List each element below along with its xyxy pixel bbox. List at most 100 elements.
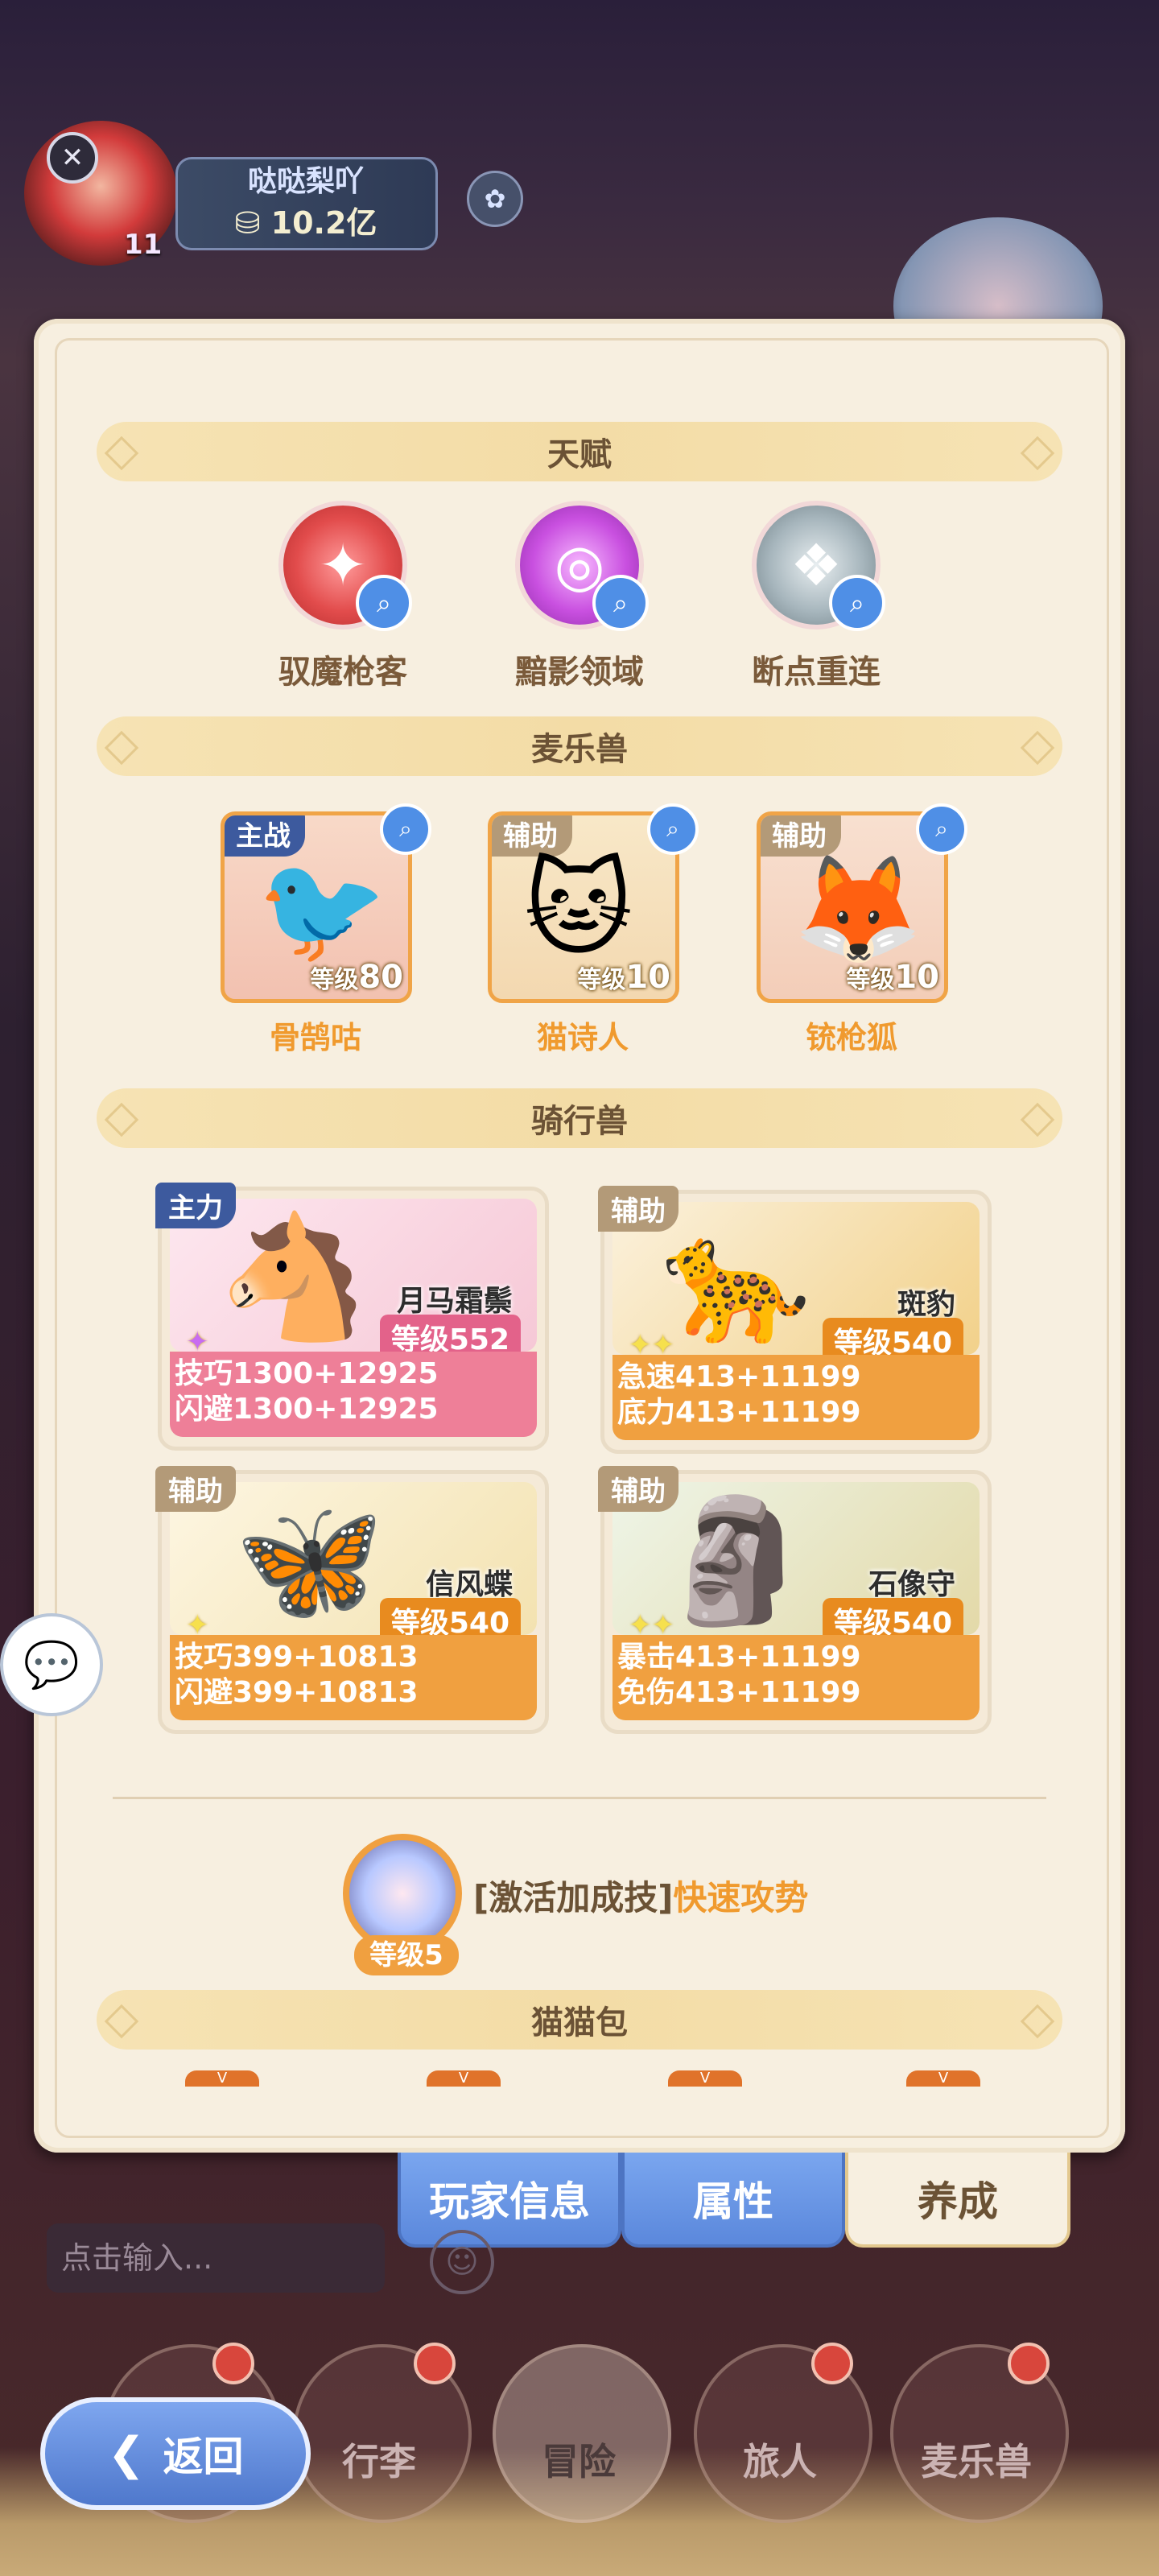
pet-card-3[interactable]: 辅助 🦊 等级10 ⌕ 铳枪狐 — [757, 803, 967, 1057]
pet-level-number: 10 — [625, 959, 670, 996]
talent-2[interactable]: ◎ ⌕ 黯影领域 — [499, 501, 660, 692]
mount-stats: 暴击413+11199 免伤413+11199 — [612, 1635, 980, 1720]
mount-stat: 技巧399+10813 — [175, 1641, 419, 1674]
search-icon[interactable]: ⌕ — [380, 803, 431, 855]
tab-attributes[interactable]: 属性 — [621, 2153, 845, 2248]
tab-player-info[interactable]: 玩家信息 — [398, 2153, 621, 2248]
bag-slot-tab[interactable]: V — [668, 2070, 742, 2087]
pet-card-2[interactable]: 辅助 🐱 等级10 ⌕ 猫诗人 — [488, 803, 699, 1057]
mount-name: 石像守 — [868, 1568, 955, 1601]
emoji-icon[interactable]: ☺ — [430, 2230, 494, 2294]
section-pets: 麦乐兽 — [97, 716, 1062, 776]
search-icon[interactable]: ⌕ — [647, 803, 699, 855]
pet-name: 铳枪狐 — [805, 1020, 897, 1055]
pet-level-prefix: 等级 — [846, 966, 895, 994]
mount-stat: 暴击413+11199 — [617, 1641, 861, 1674]
nav-luggage-label: 行李 — [342, 2440, 416, 2483]
search-icon[interactable]: ⌕ — [356, 575, 412, 631]
chat-input[interactable]: 点击输入... — [47, 2223, 385, 2293]
reconnect-talent-icon: ❖ ⌕ — [752, 501, 885, 631]
player-level: 11 — [124, 229, 163, 261]
mount-stat: 底力413+11199 — [617, 1396, 861, 1429]
skill-prefix: [激活加成技] — [473, 1878, 674, 1918]
section-bag-title: 猫猫包 — [531, 2004, 628, 2041]
pet-name: 骨鹄咕 — [269, 1020, 361, 1055]
section-mounts-title: 骑行兽 — [531, 1103, 628, 1140]
cat-poet-pet-icon: 🐱 — [524, 848, 633, 970]
mount-role: 辅助 — [598, 1466, 678, 1512]
leopard-mount-icon: 🐆 — [661, 1211, 811, 1351]
mount-card-3[interactable]: 🦋 ✦ 辅助 信风蝶 等级540 技巧399+10813 闪避399+10813 — [155, 1466, 549, 1734]
mount-name: 信风蝶 — [425, 1568, 513, 1601]
talent-name: 断点重连 — [752, 654, 881, 691]
horse-mount-icon: 🐴 — [218, 1208, 369, 1348]
chat-bubble-icon[interactable]: 💬 — [0, 1613, 103, 1716]
pet-level-number: 80 — [358, 959, 403, 996]
close-icon[interactable]: ✕ — [47, 132, 98, 184]
player-gold: ⛁ 10.2亿 — [234, 205, 377, 241]
mount-stats: 急速413+11199 底力413+11199 — [612, 1355, 980, 1440]
mount-role: 辅助 — [155, 1466, 236, 1512]
mount-card-4[interactable]: 🗿 ✦✦ 辅助 石像守 等级540 暴击413+11199 免伤413+1119… — [598, 1466, 992, 1734]
search-icon[interactable]: ⌕ — [916, 803, 967, 855]
section-mounts: 骑行兽 — [97, 1088, 1062, 1148]
mount-role: 辅助 — [598, 1186, 678, 1232]
lancer-talent-icon: ✦ ⌕ — [278, 501, 412, 631]
skill-name: 快速攻势 — [673, 1878, 809, 1918]
bag-tabs: V V V V — [185, 2070, 990, 2087]
bag-slot-tab[interactable]: V — [185, 2070, 259, 2087]
section-bag: 猫猫包 — [97, 1990, 1062, 2050]
pet-level-prefix: 等级 — [577, 966, 626, 994]
fox-gunner-pet-icon: 🦊 — [793, 848, 923, 970]
search-icon[interactable]: ⌕ — [592, 575, 649, 631]
bag-slot-tab[interactable]: V — [906, 2070, 980, 2087]
nav-traveler-label: 旅人 — [743, 2440, 817, 2483]
back-button[interactable]: ❮ 返回 — [40, 2397, 311, 2510]
nav-pets-label: 麦乐兽 — [921, 2440, 1032, 2483]
section-talent: 天赋 — [97, 422, 1062, 481]
mount-stats: 技巧399+10813 闪避399+10813 — [170, 1635, 537, 1720]
paw-icon[interactable]: ✿ — [467, 171, 523, 227]
search-icon[interactable]: ⌕ — [829, 575, 885, 631]
notification-dot — [1008, 2343, 1050, 2384]
talent-name: 黯影领域 — [515, 654, 644, 691]
mount-stat: 技巧1300+12925 — [175, 1357, 439, 1390]
skill-text: [激活加成技]快速攻势 — [473, 1871, 808, 1920]
mount-card-2[interactable]: 🐆 ✦✦ 辅助 斑豹 等级540 急速413+11199 底力413+11199 — [598, 1186, 992, 1454]
bag-slot-tab[interactable]: V — [427, 2070, 501, 2087]
section-talent-title: 天赋 — [547, 436, 612, 473]
tab-cultivate[interactable]: 养成 — [845, 2153, 1070, 2248]
star-rating: ✦ — [186, 1609, 209, 1635]
mount-stat: 急速413+11199 — [617, 1360, 861, 1393]
shadow-domain-icon: ◎ ⌕ — [515, 501, 649, 631]
pet-level: 等级10 — [577, 959, 670, 996]
skill-level: 等级5 — [354, 1935, 459, 1975]
pet-level-number: 10 — [894, 959, 939, 996]
back-label: 返回 — [163, 2434, 244, 2480]
pet-level-prefix: 等级 — [310, 966, 359, 994]
mount-stat: 免伤413+11199 — [617, 1676, 861, 1709]
pet-level: 等级10 — [846, 959, 939, 996]
gold-value: 10.2亿 — [270, 205, 377, 241]
mount-stats: 技巧1300+12925 闪避1300+12925 — [170, 1352, 537, 1437]
star-rating: ✦ — [186, 1326, 209, 1352]
mount-role: 主力 — [155, 1183, 236, 1228]
butterfly-mount-icon: 🦋 — [234, 1491, 385, 1631]
star-rating: ✦✦ — [629, 1329, 674, 1355]
player-name: 哒哒梨吖 — [247, 165, 364, 198]
nav-adventure-label: 冒险 — [542, 2440, 616, 2483]
section-pets-title: 麦乐兽 — [531, 731, 628, 768]
notification-dot — [212, 2343, 254, 2384]
star-rating: ✦✦ — [629, 1609, 674, 1635]
talent-1[interactable]: ✦ ⌕ 驭魔枪客 — [262, 501, 423, 692]
talent-name: 驭魔枪客 — [278, 654, 407, 691]
bird-pet-icon: 🐦 — [257, 848, 387, 970]
mount-stat: 闪避1300+12925 — [175, 1393, 439, 1426]
mount-card-1[interactable]: 🐴 ✦ 主力 月马霜鬃 等级552 技巧1300+12925 闪避1300+12… — [155, 1183, 549, 1451]
mount-name: 月马霜鬃 — [396, 1285, 513, 1318]
talent-3[interactable]: ❖ ⌕ 断点重连 — [736, 501, 897, 692]
notification-dot — [414, 2343, 456, 2384]
stone-guardian-mount-icon: 🗿 — [661, 1491, 811, 1631]
pet-card-1[interactable]: 主战 🐦 等级80 ⌕ 骨鹄咕 — [221, 803, 431, 1057]
mount-name: 斑豹 — [897, 1288, 955, 1321]
